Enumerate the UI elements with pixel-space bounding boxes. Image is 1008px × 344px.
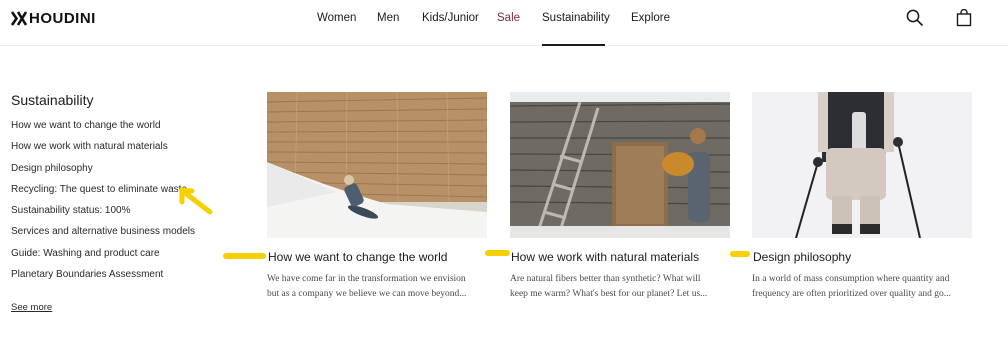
highlight-mark (730, 251, 750, 257)
nav-sale[interactable]: Sale (497, 11, 520, 25)
card-description: We have come far in the transformation w… (267, 272, 489, 302)
highlight-mark (485, 250, 510, 256)
card-title[interactable]: Design philosophy (753, 250, 851, 264)
article-card-natural-materials[interactable]: How we work with natural materials Are n… (510, 92, 730, 299)
card-description: In a world of mass consumption where qua… (752, 272, 974, 302)
nav-women[interactable]: Women (317, 11, 356, 25)
site-header: HOUDINI Women Men Kids/Junior Sale Susta… (0, 0, 1008, 46)
card-description-line: We have come far in the transformation w… (267, 274, 466, 284)
card-description: Are natural fibers better than synthetic… (510, 272, 732, 302)
houdini-logo[interactable]: HOUDINI (11, 9, 96, 27)
nav-explore[interactable]: Explore (631, 11, 670, 25)
article-card-change-the-world[interactable]: How we want to change the world We have … (267, 92, 487, 299)
sidebar-item-sustainability-status[interactable]: Sustainability status: 100% (11, 205, 195, 226)
nav-men[interactable]: Men (377, 11, 399, 25)
card-description-line: In a world of mass consumption where qua… (752, 274, 950, 284)
card-description-line: Are natural fibers better than synthetic… (510, 274, 701, 284)
shopping-bag-icon[interactable] (956, 8, 974, 27)
sidebar-menu: How we want to change the world How we w… (11, 120, 195, 290)
sidebar-item-design-philosophy[interactable]: Design philosophy (11, 163, 195, 184)
sidebar-item-services[interactable]: Services and alternative business models (11, 226, 195, 247)
sidebar-item-natural-materials[interactable]: How we work with natural materials (11, 141, 195, 162)
houdini-x-logo-icon (11, 10, 27, 26)
nav-sustainability[interactable]: Sustainability (542, 11, 610, 25)
card-title[interactable]: How we want to change the world (268, 250, 447, 264)
sidebar-item-planetary-boundaries[interactable]: Planetary Boundaries Assessment (11, 269, 195, 290)
search-icon[interactable] (906, 9, 924, 27)
nav-kids-junior[interactable]: Kids/Junior (422, 11, 479, 25)
highlight-mark (223, 253, 266, 259)
wooden-wall-snowboarder-image (267, 92, 487, 238)
sidebar-title: Sustainability (11, 92, 94, 108)
highlight-arrow-icon (179, 187, 213, 215)
brand-name: HOUDINI (29, 9, 96, 27)
skier-backpack-image (752, 92, 972, 238)
cabin-firewood-image (510, 92, 730, 238)
card-title[interactable]: How we work with natural materials (511, 250, 699, 264)
active-nav-indicator (542, 44, 605, 46)
sidebar-item-recycling[interactable]: Recycling: The quest to eliminate waste (11, 184, 195, 205)
card-description-line: but as a company we believe we can move … (267, 289, 467, 299)
card-description-line: frequency are often prioritized over qua… (752, 289, 951, 299)
see-more-link[interactable]: See more (11, 302, 52, 313)
sidebar-item-change-the-world[interactable]: How we want to change the world (11, 120, 195, 141)
card-description-line: keep me warm? What's best for our planet… (510, 289, 708, 299)
sidebar-item-washing-guide[interactable]: Guide: Washing and product care (11, 248, 195, 269)
article-card-design-philosophy[interactable]: Design philosophy In a world of mass con… (752, 92, 972, 299)
